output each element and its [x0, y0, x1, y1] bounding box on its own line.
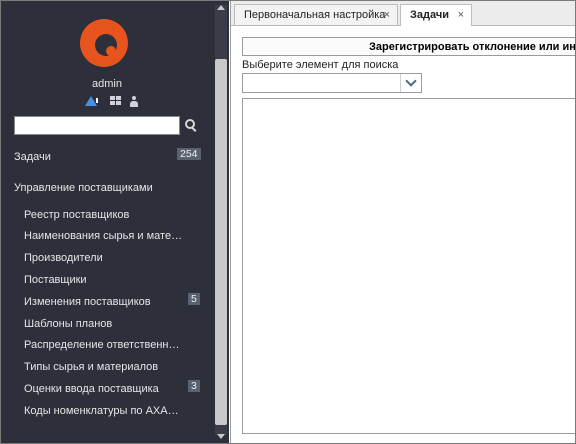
sidebar-section-supplier-management[interactable]: Управление поставщиками	[14, 182, 153, 194]
tasks-count-badge: 254	[177, 148, 201, 160]
tab-initial-setup[interactable]: Первоначальная настройка ×	[234, 4, 398, 25]
user-icons	[85, 96, 141, 108]
sidebar-item-material-names[interactable]: Наименования сырья и мате…	[24, 230, 182, 242]
sidebar-item-suppliers[interactable]: Поставщики	[24, 274, 87, 286]
close-icon[interactable]: ×	[458, 5, 464, 26]
main-panel: Первоначальная настройка × Задачи × Заре…	[230, 1, 575, 443]
sidebar-item-manufacturers[interactable]: Производители	[24, 252, 103, 264]
chevron-down-icon	[405, 75, 417, 87]
sidebar-item-nomenclature-codes[interactable]: Коды номенклатуры по АХА…	[24, 405, 179, 417]
supplier-changes-badge: 5	[188, 293, 200, 305]
supplier-input-ratings-badge: 3	[188, 380, 200, 392]
sidebar-item-supplier-input-ratings[interactable]: Оценки ввода поставщика	[24, 383, 159, 395]
results-area	[242, 98, 575, 434]
username: admin	[92, 78, 122, 90]
warning-icon[interactable]	[85, 96, 98, 106]
sidebar-scrollbar[interactable]	[213, 1, 229, 443]
tab-label: Задачи	[410, 9, 449, 21]
sidebar-item-plan-templates[interactable]: Шаблоны планов	[24, 318, 112, 330]
close-icon[interactable]: ×	[384, 5, 390, 26]
dropdown-button[interactable]	[400, 74, 421, 92]
tab-label: Первоначальная настройка	[244, 9, 386, 21]
search-icon[interactable]	[185, 119, 197, 132]
search-element-label: Выберите элемент для поиска	[242, 59, 399, 71]
register-deviation-button[interactable]: Зарегистрировать отклонение или инцидент	[242, 37, 575, 56]
sidebar-item-tasks[interactable]: Задачи	[14, 151, 51, 163]
tab-bar: Первоначальная настройка × Задачи ×	[231, 1, 575, 26]
scroll-down-arrow-icon[interactable]	[217, 434, 225, 439]
sidebar-item-supplier-changes[interactable]: Изменения поставщиков	[24, 296, 151, 308]
scrollbar-thumb[interactable]	[215, 59, 227, 425]
user-icon[interactable]	[129, 96, 139, 107]
app-logo	[80, 19, 128, 67]
search-element-select[interactable]	[242, 73, 422, 93]
search-input[interactable]	[14, 116, 180, 135]
scroll-up-arrow-icon[interactable]	[217, 5, 225, 10]
tab-tasks[interactable]: Задачи ×	[400, 4, 472, 26]
sidebar-item-supplier-registry[interactable]: Реестр поставщиков	[24, 209, 129, 221]
sidebar-item-material-types[interactable]: Типы сырья и материалов	[24, 361, 158, 373]
sidebar: admin Задачи 254 Управление поставщиками…	[1, 1, 213, 443]
grid-icon[interactable]	[110, 96, 121, 106]
app-window: admin Задачи 254 Управление поставщиками…	[0, 0, 576, 444]
sidebar-item-responsibility-distribution[interactable]: Распределение ответственн…	[24, 339, 179, 351]
